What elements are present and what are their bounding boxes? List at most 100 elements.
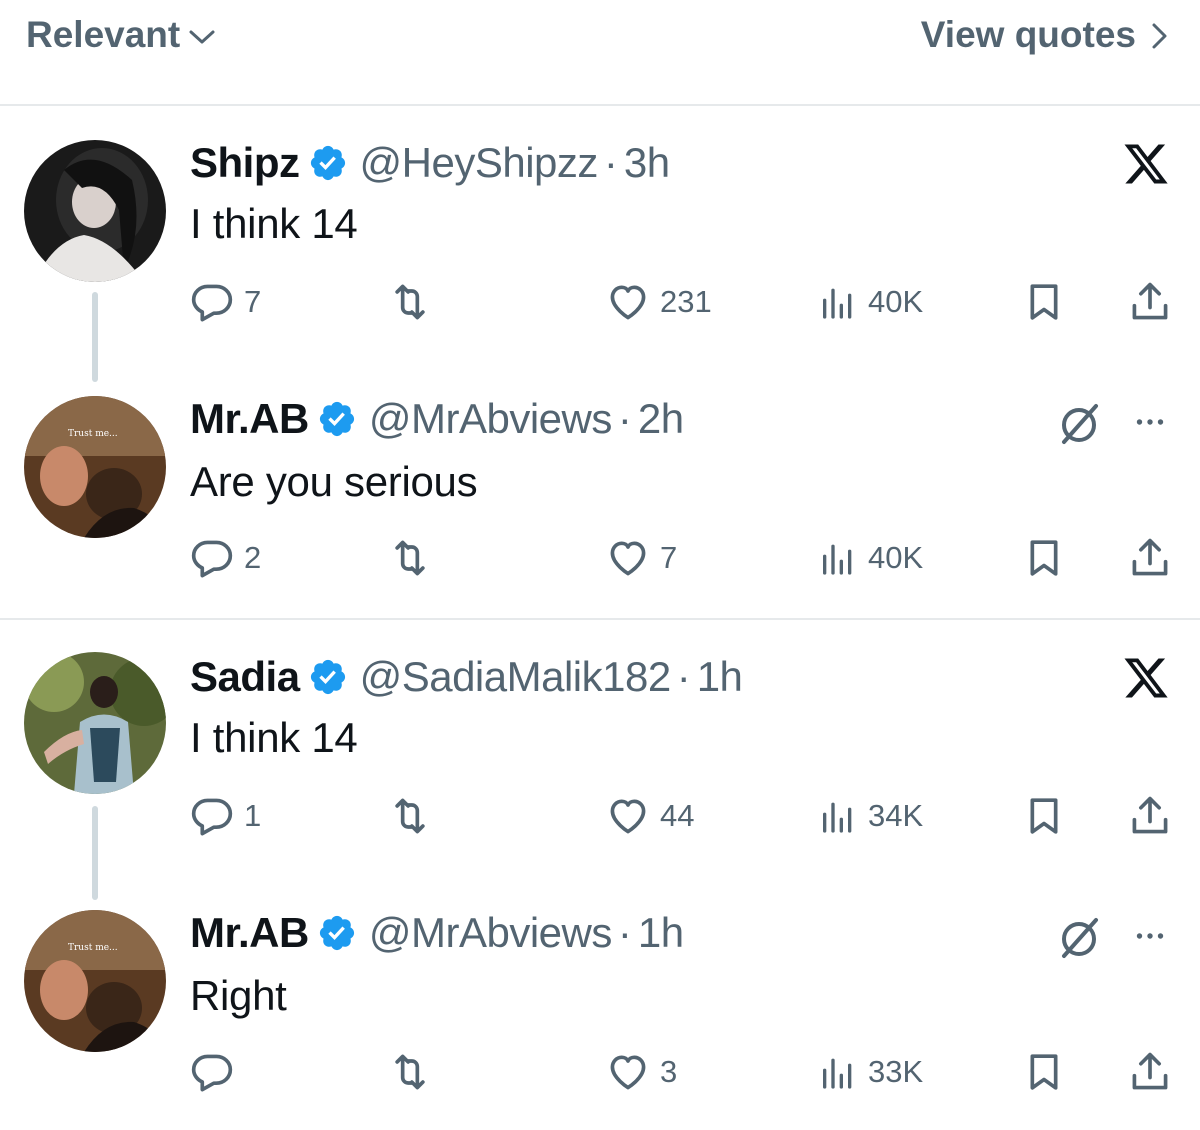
share-button[interactable] — [1128, 1050, 1172, 1094]
reply-count: 1 — [244, 798, 262, 833]
share-button[interactable] — [1128, 280, 1172, 324]
display-name[interactable]: Shipz — [190, 139, 300, 187]
user-handle[interactable]: @MrAbviews — [369, 395, 613, 443]
repost-button[interactable] — [388, 1050, 432, 1094]
views-button[interactable]: 34K — [818, 794, 923, 838]
tweet-header: Shipz @HeyShipzz · 3h — [190, 138, 670, 188]
timestamp[interactable]: 2h — [638, 395, 684, 443]
bookmark-button[interactable] — [1024, 794, 1064, 838]
bookmark-icon — [1024, 536, 1064, 580]
repost-button[interactable] — [388, 280, 432, 324]
heart-icon — [606, 1050, 650, 1094]
share-icon — [1128, 794, 1172, 838]
user-handle[interactable]: @MrAbviews — [369, 909, 613, 957]
separator: · — [676, 653, 691, 700]
repost-icon — [388, 536, 432, 580]
reply-button[interactable]: 2 — [190, 536, 261, 580]
reply-count: 2 — [244, 540, 262, 575]
verified-badge-icon — [308, 657, 348, 697]
action-bar: 7 231 40K — [0, 280, 1200, 320]
repost-icon — [388, 280, 432, 324]
heart-icon — [606, 280, 650, 324]
replies-header: Relevant View quotes — [0, 0, 1200, 106]
bookmark-button[interactable] — [1024, 1050, 1064, 1094]
timestamp[interactable]: 1h — [638, 909, 684, 957]
user-handle[interactable]: @SadiaMalik182 — [360, 653, 672, 701]
x-logo-icon[interactable] — [1120, 140, 1172, 188]
share-icon — [1128, 536, 1172, 580]
tweet[interactable]: Shipz @HeyShipzz · 3h I think 14 7 231 4… — [0, 138, 1200, 298]
action-bar: 3 33K — [0, 1050, 1200, 1090]
separator: · — [617, 909, 632, 956]
reply-icon — [190, 794, 234, 838]
verified-badge-icon — [308, 143, 348, 183]
divider — [0, 618, 1200, 620]
reply-button[interactable]: 7 — [190, 280, 261, 324]
like-count: 44 — [660, 798, 695, 833]
views-button[interactable]: 40K — [818, 536, 923, 580]
more-options-icon[interactable] — [1128, 404, 1172, 440]
tweet-header: Mr.AB @MrAbviews · 2h — [190, 394, 684, 444]
repost-button[interactable] — [388, 794, 432, 838]
grok-icon[interactable] — [1056, 400, 1104, 448]
heart-icon — [606, 536, 650, 580]
repost-button[interactable] — [388, 536, 432, 580]
views-count: 33K — [868, 1054, 924, 1089]
chevron-down-icon — [189, 30, 215, 44]
views-button[interactable]: 33K — [818, 1050, 923, 1094]
tweet-text: Right — [190, 972, 287, 1019]
view-quotes-link[interactable]: View quotes — [921, 14, 1170, 56]
sort-dropdown[interactable]: Relevant — [26, 14, 216, 56]
like-button[interactable]: 3 — [606, 1050, 677, 1094]
views-chart-icon — [818, 1050, 858, 1094]
more-options-icon[interactable] — [1128, 918, 1172, 954]
timestamp[interactable]: 3h — [624, 139, 670, 187]
tweet-header: Sadia @SadiaMalik182 · 1h — [190, 652, 743, 702]
like-button[interactable]: 44 — [606, 794, 694, 838]
reply-icon — [190, 280, 234, 324]
tweet[interactable]: Mr.AB @MrAbviews · 1h Right 3 33K — [0, 908, 1200, 1068]
action-bar: 2 7 40K — [0, 536, 1200, 576]
user-handle[interactable]: @HeyShipzz — [360, 139, 599, 187]
tweet-text: I think 14 — [190, 714, 358, 761]
heart-icon — [606, 794, 650, 838]
share-icon — [1128, 280, 1172, 324]
reply-button[interactable]: 1 — [190, 794, 261, 838]
views-chart-icon — [818, 794, 858, 838]
tweet[interactable]: Sadia @SadiaMalik182 · 1h I think 14 1 4… — [0, 652, 1200, 812]
action-bar: 1 44 34K — [0, 794, 1200, 834]
verified-badge-icon — [317, 913, 357, 953]
views-button[interactable]: 40K — [818, 280, 923, 324]
timestamp[interactable]: 1h — [697, 653, 743, 701]
like-count: 3 — [660, 1054, 678, 1089]
repost-icon — [388, 1050, 432, 1094]
tweet[interactable]: Mr.AB @MrAbviews · 2h Are you serious 2 … — [0, 394, 1200, 554]
reply-count: 7 — [244, 284, 262, 319]
chevron-right-icon — [1152, 23, 1167, 49]
bookmark-button[interactable] — [1024, 280, 1064, 324]
tweet-text: I think 14 — [190, 200, 358, 247]
like-count: 231 — [660, 284, 712, 319]
bookmark-icon — [1024, 794, 1064, 838]
like-button[interactable]: 231 — [606, 280, 712, 324]
like-count: 7 — [660, 540, 678, 575]
views-count: 40K — [868, 540, 924, 575]
like-button[interactable]: 7 — [606, 536, 677, 580]
reply-button[interactable] — [190, 1050, 244, 1094]
reply-icon — [190, 1050, 234, 1094]
display-name[interactable]: Mr.AB — [190, 395, 309, 443]
bookmark-icon — [1024, 1050, 1064, 1094]
views-chart-icon — [818, 280, 858, 324]
share-button[interactable] — [1128, 794, 1172, 838]
repost-icon — [388, 794, 432, 838]
x-logo-icon[interactable] — [1120, 654, 1172, 702]
share-button[interactable] — [1128, 536, 1172, 580]
views-count: 40K — [868, 284, 924, 319]
grok-icon[interactable] — [1056, 914, 1104, 962]
display-name[interactable]: Sadia — [190, 653, 300, 701]
tweet-header: Mr.AB @MrAbviews · 1h — [190, 908, 684, 958]
views-chart-icon — [818, 536, 858, 580]
display-name[interactable]: Mr.AB — [190, 909, 309, 957]
verified-badge-icon — [317, 399, 357, 439]
bookmark-button[interactable] — [1024, 536, 1064, 580]
